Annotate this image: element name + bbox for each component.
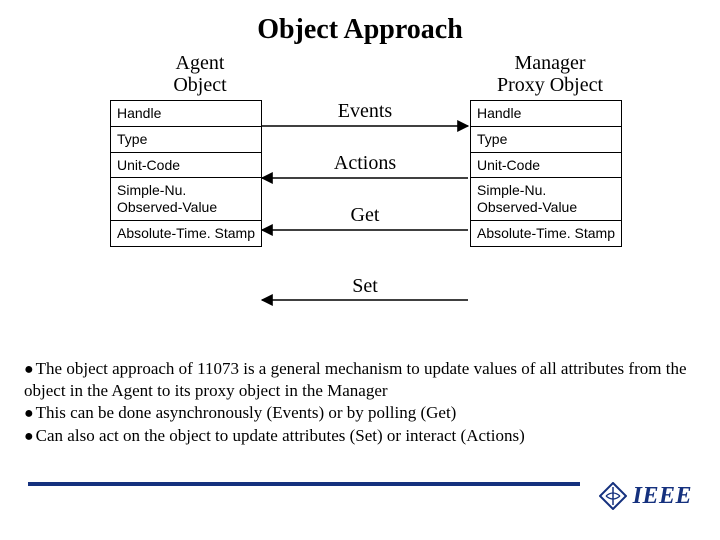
agent-heading-l2: Object [173, 74, 226, 96]
agent-row: Unit-Code [111, 153, 261, 179]
agent-heading-l1: Agent [176, 52, 225, 74]
manager-heading-l1: Manager [514, 52, 585, 74]
label-actions: Actions [305, 152, 425, 175]
agent-row: Simple-Nu. Observed-Value [111, 178, 261, 221]
agent-row: Handle [111, 101, 261, 127]
label-set: Set [305, 275, 425, 298]
bullet: ●The object approach of 11073 is a gener… [24, 358, 696, 402]
ieee-text: IEEE [633, 483, 692, 510]
manager-row: Handle [471, 101, 621, 127]
bullet-block: ●The object approach of 11073 is a gener… [24, 358, 696, 447]
manager-row: Type [471, 127, 621, 153]
ieee-diamond-icon [599, 482, 627, 510]
bullet-dot-icon: ● [24, 428, 36, 445]
agent-row: Type [111, 127, 261, 153]
label-events: Events [305, 100, 425, 123]
bullet-dot-icon: ● [24, 405, 36, 422]
manager-row: Unit-Code [471, 153, 621, 179]
manager-heading: Manager Proxy Object [470, 52, 630, 96]
bullet-text: This can be done asynchronously (Events)… [36, 403, 457, 422]
manager-object-box: Handle Type Unit-Code Simple-Nu. Observe… [470, 100, 622, 247]
manager-row: Simple-Nu. Observed-Value [471, 178, 621, 221]
manager-heading-l2: Proxy Object [497, 74, 603, 96]
bullet-dot-icon: ● [24, 361, 36, 378]
bullet-text: The object approach of 11073 is a genera… [24, 359, 687, 400]
agent-object-box: Handle Type Unit-Code Simple-Nu. Observe… [110, 100, 262, 247]
bullet-text: Can also act on the object to update att… [36, 426, 525, 445]
ieee-logo: IEEE [599, 482, 692, 510]
agent-row: Absolute-Time. Stamp [111, 221, 261, 246]
manager-row: Absolute-Time. Stamp [471, 221, 621, 246]
bullet: ●Can also act on the object to update at… [24, 425, 696, 447]
bullet: ●This can be done asynchronously (Events… [24, 402, 696, 424]
slide-title: Object Approach [0, 14, 720, 46]
agent-heading: Agent Object [120, 52, 280, 96]
footer-rule [28, 482, 580, 486]
label-get: Get [305, 204, 425, 227]
